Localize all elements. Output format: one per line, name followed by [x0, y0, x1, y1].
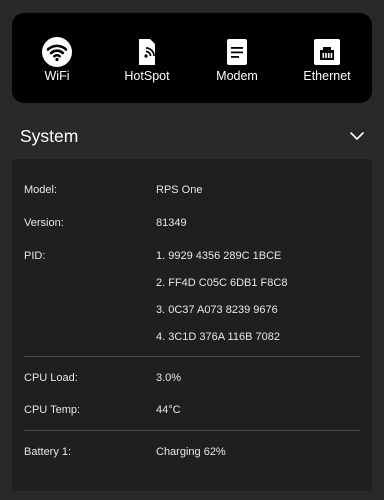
- pid-value-4: 4. 3C1D 376A 116B 7082: [156, 331, 280, 343]
- hotspot-icon: [131, 36, 163, 68]
- cpu-temp-value: 44°C: [156, 404, 181, 416]
- cpu-load-value: 3.0%: [156, 372, 182, 384]
- wifi-icon: [41, 36, 73, 68]
- cpu-temp-label: CPU Temp:: [24, 404, 81, 416]
- battery-label: Battery 1:: [24, 446, 72, 458]
- modem-icon: [221, 36, 253, 68]
- pid-label: PID:: [24, 250, 46, 262]
- divider: [24, 356, 360, 357]
- section-title: System: [20, 126, 79, 146]
- pid-value-1: 1. 9929 4356 289C 1BCE: [156, 250, 282, 262]
- modem-label: Modem: [216, 69, 258, 83]
- wifi-button[interactable]: WiFi: [12, 13, 102, 103]
- model-value: RPS One: [156, 184, 203, 196]
- ethernet-icon: [311, 36, 343, 68]
- version-value: 81349: [156, 217, 187, 229]
- divider: [24, 430, 360, 431]
- battery-value: Charging 62%: [156, 446, 226, 458]
- wifi-label: WiFi: [44, 69, 70, 83]
- hotspot-button[interactable]: HotSpot: [102, 13, 192, 103]
- chevron-down-icon[interactable]: [349, 129, 365, 143]
- system-info-panel: Model: RPS One Version: 81349 PID: 1. 99…: [12, 159, 372, 491]
- version-label: Version:: [24, 217, 64, 229]
- ethernet-button[interactable]: Ethernet: [282, 13, 372, 103]
- model-label: Model:: [24, 184, 58, 196]
- app-screen: WiFi HotSpot Modem Ethernet System Model…: [0, 0, 384, 500]
- cpu-load-label: CPU Load:: [24, 372, 78, 384]
- ethernet-label: Ethernet: [303, 69, 351, 83]
- hotspot-label: HotSpot: [124, 69, 170, 83]
- connectivity-bar: WiFi HotSpot Modem Ethernet: [12, 13, 372, 103]
- modem-button[interactable]: Modem: [192, 13, 282, 103]
- pid-value-3: 3. 0C37 A073 8239 9676: [156, 304, 278, 316]
- pid-value-2: 2. FF4D C05C 6DB1 F8C8: [156, 277, 288, 289]
